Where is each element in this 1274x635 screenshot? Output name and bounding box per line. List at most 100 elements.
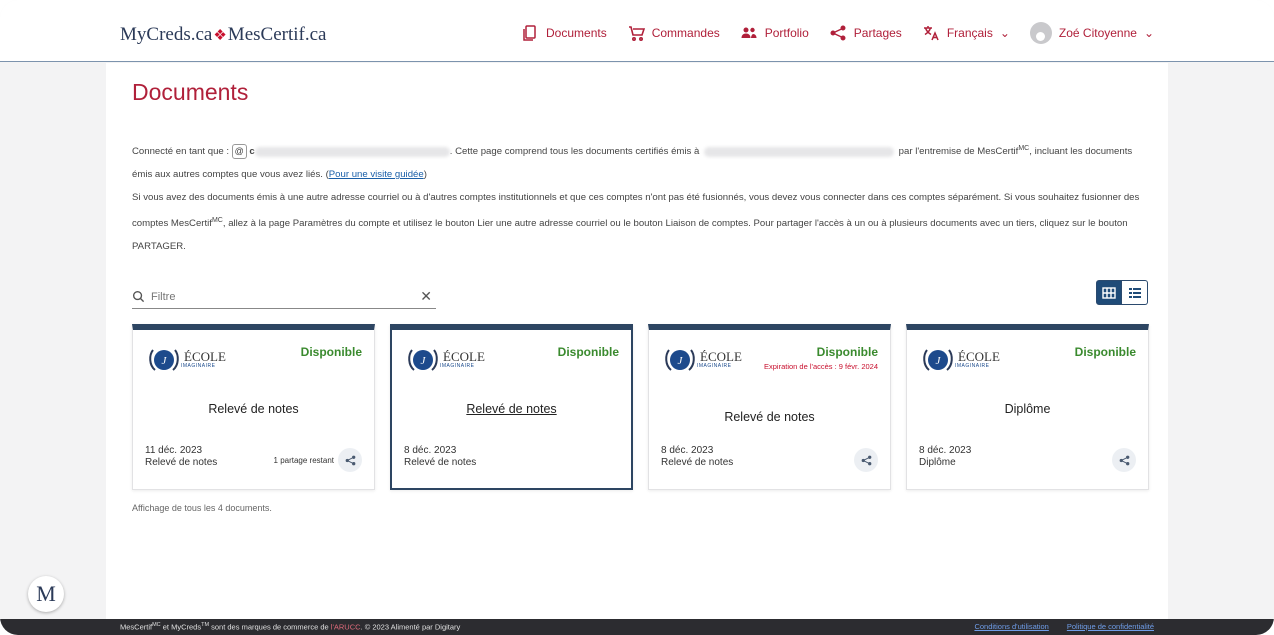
footer-sup-tm: TM <box>201 622 210 628</box>
school-name: ÉCOLE <box>443 349 485 364</box>
share-icon <box>1119 455 1129 465</box>
status-badge: Disponible <box>816 345 878 359</box>
share-icon <box>861 455 871 465</box>
people-icon <box>741 27 757 38</box>
email-initial: c <box>249 146 255 158</box>
nav-orders-label: Commandes <box>651 26 720 40</box>
list-view-button[interactable] <box>1122 280 1148 305</box>
nav-portfolio[interactable]: Portfolio <box>740 24 809 42</box>
email-icon: @ <box>231 144 247 160</box>
view-toggle <box>1096 280 1148 305</box>
language-label: Français <box>946 26 993 40</box>
brand-logo[interactable]: MyCreds.ca ❖ MesCertif.ca <box>120 24 326 46</box>
maple-leaf-icon: ❖ <box>213 27 227 44</box>
document-card[interactable]: J ÉCOLE IMAGINAIRE Disponible Expiration… <box>648 324 891 490</box>
redacted-email <box>254 146 450 157</box>
terms-link[interactable]: Conditions d'utilisation <box>974 622 1048 631</box>
footer-trademark: MesCertifMC et MyCredsTM sont des marque… <box>120 622 460 632</box>
document-date: 11 déc. 2023 <box>145 445 203 456</box>
footer-sup-mc: MC <box>152 622 161 628</box>
app-frame: MyCreds.ca ❖ MesCertif.ca Documents Comm… <box>0 0 1274 635</box>
language-selector[interactable]: Français ⌄ <box>922 24 1010 42</box>
footer-text: . © 2023 Alimenté par Digitary <box>360 622 461 632</box>
status-badge: Disponible <box>557 345 619 359</box>
school-logo: J ÉCOLE IMAGINAIRE <box>921 346 1000 374</box>
document-title[interactable]: Diplôme <box>907 402 1148 416</box>
main-nav: Documents Commandes Portfolio Partages F… <box>521 22 1154 44</box>
school-crest-icon: J <box>408 349 438 371</box>
guided-tour-link[interactable]: Pour une visite guidée <box>329 169 424 180</box>
document-date: 8 déc. 2023 <box>919 445 972 456</box>
school-crest-icon: J <box>665 349 695 371</box>
user-name: Zoé Citoyenne <box>1058 26 1137 40</box>
grid-icon <box>1102 286 1116 299</box>
document-title[interactable]: Relevé de notes <box>133 402 374 416</box>
translate-icon <box>923 26 939 41</box>
list-icon <box>1128 287 1141 298</box>
grid-view-button[interactable] <box>1096 280 1122 305</box>
privacy-link[interactable]: Politique de confidentialité <box>1067 622 1154 631</box>
status-badge: Disponible <box>300 345 362 359</box>
share-button[interactable] <box>854 448 878 472</box>
document-title[interactable]: Relevé de notes <box>392 402 631 416</box>
footer-text: et MyCreds <box>160 622 202 632</box>
school-logo: J ÉCOLE IMAGINAIRE <box>147 346 226 374</box>
intro-text: Connecté en tant que : @ c . Cette page c… <box>132 137 1148 258</box>
school-crest-icon: J <box>923 349 953 371</box>
filter-input[interactable] <box>151 290 401 303</box>
access-expiry: Expiration de l'accès : 9 févr. 2024 <box>764 362 878 371</box>
document-meta: 11 déc. 2023 Relevé de notes <box>145 445 217 469</box>
chevron-down-icon: ⌄ <box>999 26 1010 40</box>
footer-links: Conditions d'utilisation Politique de co… <box>974 622 1154 631</box>
aracc-link[interactable]: l'ARUCC <box>331 623 361 632</box>
chevron-down-icon: ⌄ <box>1143 26 1154 40</box>
footer-text: sont des marques de commerce de <box>209 622 331 632</box>
mc-help-badge[interactable]: M <box>28 576 64 612</box>
share-icon <box>345 455 355 465</box>
brand-left: MyCreds.ca <box>120 24 213 45</box>
cart-icon <box>628 26 645 42</box>
document-meta: 8 déc. 2023 Diplôme <box>919 445 971 469</box>
document-type: Relevé de notes <box>404 457 477 468</box>
mc-mark: MC <box>1018 145 1030 152</box>
share-button[interactable] <box>338 448 362 472</box>
redacted-name <box>704 146 894 157</box>
search-icon <box>132 290 145 303</box>
document-type: Relevé de notes <box>145 457 218 468</box>
school-name: ÉCOLE <box>958 349 1000 364</box>
documents-icon <box>523 25 536 41</box>
user-menu[interactable]: Zoé Citoyenne ⌄ <box>1029 22 1154 44</box>
footer-text: MesCertif <box>120 622 153 632</box>
share-icon <box>830 25 846 41</box>
school-name: ÉCOLE <box>184 349 226 364</box>
document-type: Relevé de notes <box>661 457 734 468</box>
nav-documents[interactable]: Documents <box>521 24 607 42</box>
avatar <box>1029 22 1052 44</box>
brand-right: MesCertif.ca <box>227 24 327 45</box>
document-date: 8 déc. 2023 <box>661 445 714 456</box>
document-card[interactable]: J ÉCOLE IMAGINAIRE Disponible Relevé de … <box>132 324 375 490</box>
main-content: Documents Connecté en tant que : @ c . Ce… <box>106 63 1168 619</box>
document-date: 8 déc. 2023 <box>404 445 457 456</box>
page-title: Documents <box>132 79 249 105</box>
document-title[interactable]: Relevé de notes <box>649 410 890 424</box>
school-crest-icon: J <box>149 349 179 371</box>
shares-remaining: 1 partage restant <box>273 456 334 465</box>
intro-line-1b: . Cette page comprend tous les documents… <box>449 146 700 158</box>
document-card[interactable]: J ÉCOLE IMAGINAIRE Disponible Diplôme 8 … <box>906 324 1149 490</box>
status-badge: Disponible <box>1074 345 1136 359</box>
close-icon[interactable]: ✕ <box>420 288 432 305</box>
school-logo: J ÉCOLE IMAGINAIRE <box>406 346 485 374</box>
share-button[interactable] <box>1112 448 1136 472</box>
nav-shares[interactable]: Partages <box>829 24 902 42</box>
school-logo: J ÉCOLE IMAGINAIRE <box>663 346 742 374</box>
intro-line-1a: Connecté en tant que : <box>132 146 230 158</box>
intro-line-1e: ) <box>423 169 427 181</box>
document-type: Diplôme <box>919 457 956 468</box>
nav-portfolio-label: Portfolio <box>764 26 809 40</box>
nav-orders[interactable]: Commandes <box>627 24 720 42</box>
footer: MesCertifMC et MyCredsTM sont des marque… <box>0 619 1274 635</box>
mc-mark: MC <box>211 217 223 225</box>
nav-documents-label: Documents <box>546 26 607 40</box>
document-card[interactable]: J ÉCOLE IMAGINAIRE Disponible Relevé de … <box>390 324 633 490</box>
